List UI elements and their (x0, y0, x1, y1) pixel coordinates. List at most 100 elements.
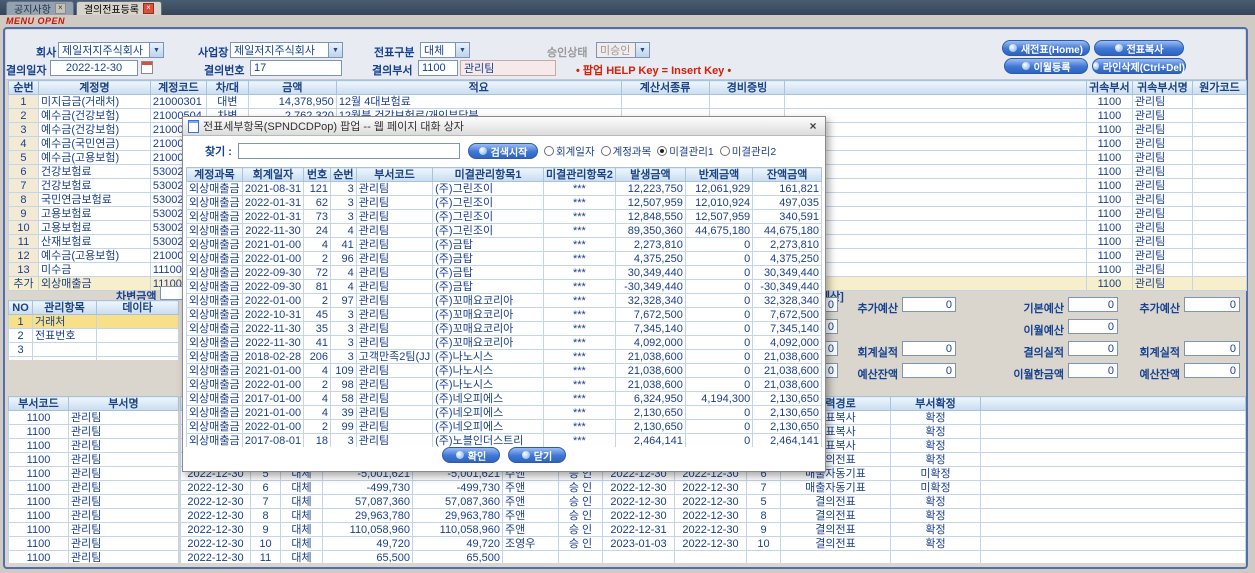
voucher-row[interactable]: 2022-12-30 7 대체 57,087,360 57,087,360 주앤 승 인 20… (180, 494, 1246, 509)
cell[interactable]: 1100 (1085, 206, 1133, 221)
open-item-row[interactable]: 외상매출금 2022-01-00 2 97 관리팀 (주)꼬매요코리아 *** 32,328,… (186, 293, 822, 308)
cell[interactable]: 확정 (890, 424, 981, 439)
department-row[interactable]: 1100 관리팀 (8, 508, 179, 523)
cell[interactable] (1191, 192, 1247, 207)
cell[interactable]: 21,038,600 (614, 363, 686, 378)
cell[interactable]: 0 (684, 293, 754, 308)
cell[interactable]: 2022-10-31 (241, 307, 305, 322)
cell[interactable]: 4 (8, 136, 39, 151)
cell[interactable] (1191, 136, 1247, 151)
management-item-row[interactable] (8, 356, 179, 360)
cell[interactable]: 전표번호 (32, 328, 97, 343)
cell[interactable]: 340,591 (752, 209, 822, 224)
cell[interactable]: 관리팀 (1131, 150, 1193, 165)
cell[interactable]: 2021-01-00 (241, 405, 305, 420)
cell[interactable] (1191, 206, 1247, 221)
tab-close-icon[interactable]: × (54, 3, 66, 14)
cell[interactable]: 2022-01-00 (241, 377, 305, 392)
cell[interactable]: *** (542, 279, 616, 294)
cell[interactable]: 2,464,141 (614, 433, 686, 447)
company-combo[interactable]: 제일저지주식회사 ▼ (58, 42, 164, 58)
management-item-row[interactable]: 3 (8, 342, 179, 357)
cell[interactable]: 외상매출금 (186, 405, 243, 420)
cell[interactable]: 2 (303, 377, 332, 392)
cell[interactable]: 결의전표 (780, 508, 891, 523)
department-row[interactable]: 1100 관리팀 (8, 452, 179, 467)
cell[interactable] (980, 480, 1246, 495)
open-item-row[interactable]: 외상매출금 2022-01-00 2 96 관리팀 (주)금탑 *** 4,375,250 0 4… (186, 251, 822, 266)
cell[interactable]: (주)네오피에스 (432, 405, 544, 420)
cell[interactable]: *** (542, 307, 616, 322)
cell[interactable]: 관리팀 (68, 438, 179, 453)
chevron-down-icon[interactable]: ▼ (149, 43, 163, 57)
budget-resolution-actual-input[interactable] (1068, 341, 1118, 356)
cell[interactable]: 1 (8, 314, 33, 329)
cell[interactable]: 12,848,550 (614, 209, 686, 224)
cell[interactable] (980, 438, 1246, 453)
cell[interactable]: 대체 (280, 536, 323, 551)
cell[interactable] (502, 550, 559, 563)
cell[interactable]: 조영우 (502, 536, 559, 551)
cell[interactable]: 관리팀 (1131, 136, 1193, 151)
cell[interactable]: 81 (303, 279, 332, 294)
cell[interactable]: (주)노블인더스트리 (432, 433, 544, 447)
cell[interactable]: 관리팀 (355, 279, 434, 294)
cell[interactable]: 2022-12-30 (674, 536, 747, 551)
management-items-grid[interactable]: NO 관리항목 데이타 1 거래처 2 전표번호 3 (8, 300, 182, 360)
cell[interactable]: 2022-12-30 (674, 522, 747, 537)
cell[interactable]: 승 인 (558, 522, 603, 537)
chevron-down-icon[interactable]: ▼ (328, 43, 342, 57)
cell[interactable]: 1100 (1085, 150, 1133, 165)
cell[interactable]: 관리팀 (1131, 164, 1193, 179)
cell[interactable]: 6 (8, 164, 39, 179)
cell[interactable] (784, 94, 1087, 109)
cell[interactable]: 2022-11-30 (241, 335, 305, 350)
cell[interactable]: 2022-12-30 (180, 508, 251, 523)
cell[interactable]: 예수금(고용보험) (37, 248, 151, 263)
budget-account-actual-input[interactable] (1184, 341, 1240, 356)
cell[interactable]: 관리팀 (1131, 178, 1193, 193)
cell[interactable]: *** (542, 251, 616, 266)
cell[interactable] (784, 150, 1087, 165)
cell[interactable] (980, 452, 1246, 467)
cell[interactable]: 2022-01-00 (241, 419, 305, 434)
cell[interactable]: (주)네오피에스 (432, 419, 544, 434)
cell[interactable]: (주)그린조이 (432, 195, 544, 210)
cell[interactable] (784, 108, 1087, 123)
cell[interactable]: 관리팀 (355, 433, 434, 447)
cell[interactable]: *** (542, 265, 616, 280)
cell[interactable]: 41 (303, 335, 332, 350)
cell[interactable]: 12,061,929 (684, 181, 754, 196)
open-item-row[interactable]: 외상매출금 2021-08-31 121 3 관리팀 (주)그린조이 *** 12,223,7… (186, 181, 822, 196)
cell[interactable]: *** (542, 195, 616, 210)
radio-icon[interactable] (543, 146, 554, 156)
cell[interactable]: 3 (330, 195, 357, 210)
cell[interactable]: 2017-08-01 (241, 433, 305, 447)
cell[interactable]: 97 (330, 293, 357, 308)
cell[interactable]: 10 (8, 220, 39, 235)
cell[interactable]: 14,378,950 (247, 94, 337, 109)
cell[interactable]: 7,672,500 (752, 307, 822, 322)
cell[interactable]: 관리팀 (1131, 262, 1193, 277)
cell[interactable]: 건강보험료 (37, 164, 151, 179)
cell[interactable]: 관리팀 (1131, 192, 1193, 207)
cell[interactable]: 72 (303, 265, 332, 280)
cell[interactable]: 승 인 (558, 508, 603, 523)
cell[interactable]: 49,720 (322, 536, 413, 551)
voucher-row[interactable]: 2022-12-30 8 대체 29,963,780 29,963,780 주앤 승 인 20… (180, 508, 1246, 523)
cell[interactable]: 4 (303, 363, 332, 378)
cell[interactable]: 관리팀 (1131, 108, 1193, 123)
open-item-row[interactable]: 외상매출금 2021-01-00 4 39 관리팀 (주)네오피에스 *** 2,130,65… (186, 405, 822, 420)
cell[interactable]: 6 (250, 480, 281, 495)
cell[interactable]: 12,010,924 (684, 195, 754, 210)
radio-accounting-date[interactable]: 회계일자 (543, 144, 595, 159)
cell[interactable]: 21000301 (149, 94, 207, 109)
cell[interactable]: 65,500 (412, 550, 503, 563)
cell[interactable]: 외상매출금 (186, 321, 243, 336)
cell[interactable] (96, 342, 179, 357)
cell[interactable] (784, 178, 1087, 193)
cell[interactable]: 관리팀 (68, 550, 179, 563)
department-row[interactable]: 1100 관리팀 (8, 424, 179, 439)
cell[interactable]: 121 (303, 181, 332, 196)
cell[interactable]: 2,130,650 (614, 405, 686, 420)
